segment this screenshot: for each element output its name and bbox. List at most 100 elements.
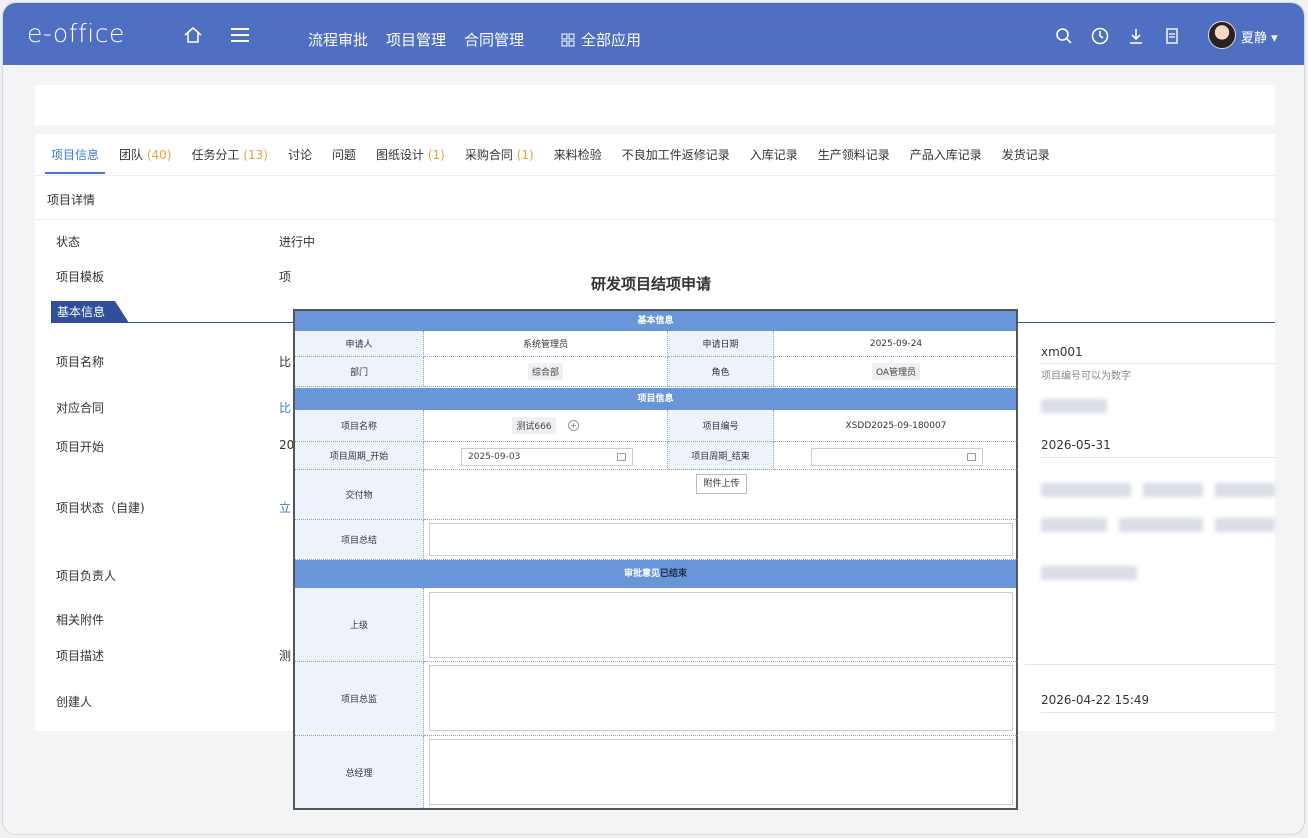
closure-form: 基本信息 申请人 系统管理员 申请日期 2025-09-24 部门 综合部 角色… bbox=[293, 309, 1018, 810]
summary-label: 项目总结 bbox=[295, 520, 424, 560]
department-label: 部门 bbox=[295, 357, 424, 387]
description-value[interactable]: 测 bbox=[279, 647, 291, 664]
blurred-value bbox=[1143, 483, 1203, 497]
app-logo[interactable]: e-office bbox=[27, 19, 125, 48]
state-value[interactable]: 立 bbox=[279, 499, 291, 516]
tab-project-info[interactable]: 项目信息 bbox=[44, 134, 106, 176]
all-apps-label: 全部应用 bbox=[581, 31, 642, 49]
add-circle-icon[interactable] bbox=[567, 420, 579, 431]
pname-label: 项目名称 bbox=[295, 410, 424, 442]
project-tabs: 项目信息 团队 (40) 任务分工 (13) 讨论 问题 图纸设计 (1) 采购… bbox=[35, 134, 1275, 176]
divider bbox=[35, 219, 1275, 220]
pstart-label: 项目周期_开始 bbox=[295, 442, 424, 470]
tab-count: (40) bbox=[146, 147, 172, 162]
tab-tasks[interactable]: 任务分工 (13) bbox=[192, 134, 268, 176]
start-value[interactable]: 20 bbox=[279, 438, 294, 452]
tab-label: 入库记录 bbox=[749, 147, 798, 162]
supervisor-opinion[interactable] bbox=[429, 592, 1013, 658]
tab-team[interactable]: 团队 (40) bbox=[119, 134, 171, 176]
divider bbox=[1025, 664, 1275, 665]
toolbar-icons bbox=[1055, 27, 1181, 45]
form-section-approval: 审批意见已结束 bbox=[295, 560, 1016, 588]
tab-material[interactable]: 生产领料记录 bbox=[818, 134, 890, 176]
tab-repair[interactable]: 不良加工件返修记录 bbox=[622, 134, 730, 176]
tab-label: 产品入库记录 bbox=[909, 147, 982, 162]
tab-count: (1) bbox=[427, 147, 445, 162]
state-label: 项目状态（自建) bbox=[56, 501, 145, 515]
tab-label: 图纸设计 bbox=[376, 147, 425, 162]
tab-purchase[interactable]: 采购合同 (1) bbox=[465, 134, 534, 176]
search-icon[interactable] bbox=[1055, 27, 1073, 45]
director-label: 项目总监 bbox=[295, 662, 424, 736]
nav-contract[interactable]: 合同管理 bbox=[464, 29, 524, 50]
summary-textarea[interactable] bbox=[429, 523, 1013, 556]
project-code-value[interactable]: xm001 bbox=[1041, 345, 1083, 359]
form-title: 研发项目结项申请 bbox=[591, 275, 712, 293]
divider bbox=[1041, 457, 1275, 458]
pstart-date-input[interactable]: 2025-09-03 bbox=[461, 448, 633, 466]
top-nav: 流程审批 项目管理 合同管理 bbox=[308, 29, 524, 50]
tab-count: (1) bbox=[516, 147, 534, 162]
pend-label: 项目周期_结束 bbox=[668, 442, 774, 470]
tab-stock-in[interactable]: 入库记录 bbox=[750, 134, 798, 176]
supervisor-label: 上级 bbox=[295, 588, 424, 662]
tab-issues[interactable]: 问题 bbox=[332, 134, 356, 176]
gm-opinion[interactable] bbox=[429, 739, 1013, 805]
hamburger-menu-icon[interactable] bbox=[231, 28, 249, 42]
apply-date-label: 申请日期 bbox=[668, 331, 774, 357]
end-date-value[interactable]: 2026-05-31 bbox=[1041, 438, 1111, 452]
user-name[interactable]: 夏静 ▾ bbox=[1241, 27, 1278, 46]
blurred-value bbox=[1041, 566, 1137, 580]
home-icon[interactable] bbox=[183, 25, 203, 45]
user-avatar[interactable] bbox=[1208, 21, 1236, 49]
project-name-label: 项目名称 bbox=[56, 355, 105, 369]
approval-status: 已结束 bbox=[660, 569, 688, 579]
tab-label: 问题 bbox=[332, 147, 357, 162]
creator-label: 创建人 bbox=[56, 695, 93, 709]
pcode-label: 项目编号 bbox=[668, 410, 774, 442]
tab-label: 来料检验 bbox=[553, 147, 602, 162]
pcode-value: XSDD2025-09-180007 bbox=[774, 410, 1018, 442]
clock-icon[interactable] bbox=[1091, 27, 1109, 45]
calendar-icon[interactable] bbox=[617, 453, 626, 461]
director-opinion[interactable] bbox=[429, 665, 1013, 731]
gm-label: 总经理 bbox=[295, 736, 424, 808]
blurred-value bbox=[1041, 518, 1107, 532]
tab-inspection[interactable]: 来料检验 bbox=[554, 134, 602, 176]
blurred-value bbox=[1215, 518, 1275, 532]
form-section-project: 项目信息 bbox=[295, 388, 1016, 410]
top-bar: e-office 流程审批 项目管理 合同管理 全部应用 夏静 ▾ bbox=[3, 3, 1304, 65]
tab-label: 发货记录 bbox=[1001, 147, 1050, 162]
pend-date-input[interactable] bbox=[811, 448, 983, 466]
divider bbox=[1041, 712, 1275, 713]
pname-value[interactable]: 测试666 bbox=[512, 417, 556, 434]
tab-label: 团队 bbox=[119, 147, 144, 162]
department-value: 综合部 bbox=[527, 363, 563, 380]
basic-info-badge: 基本信息 bbox=[51, 301, 129, 323]
blurred-value bbox=[1215, 483, 1275, 497]
applicant-value: 系统管理员 bbox=[424, 331, 668, 357]
nav-project[interactable]: 项目管理 bbox=[386, 29, 446, 50]
blurred-value bbox=[1119, 518, 1203, 532]
upload-button[interactable]: 附件上传 bbox=[696, 474, 747, 494]
all-apps-button[interactable]: 全部应用 bbox=[561, 29, 641, 50]
tab-shipping[interactable]: 发货记录 bbox=[1002, 134, 1050, 176]
department-cell: 综合部 bbox=[424, 357, 668, 387]
tab-label: 任务分工 bbox=[191, 147, 240, 162]
download-icon[interactable] bbox=[1127, 27, 1145, 45]
contract-value[interactable]: 比 bbox=[279, 399, 291, 416]
nav-workflow[interactable]: 流程审批 bbox=[308, 29, 368, 50]
tab-drawings[interactable]: 图纸设计 (1) bbox=[376, 134, 445, 176]
blurred-value bbox=[1041, 399, 1107, 413]
project-name-value[interactable]: 比 bbox=[279, 353, 291, 370]
calendar-icon[interactable] bbox=[967, 453, 976, 461]
template-value: 项 bbox=[279, 270, 292, 284]
tab-product-in[interactable]: 产品入库记录 bbox=[910, 134, 982, 176]
status-value: 进行中 bbox=[279, 235, 316, 249]
status-label: 状态 bbox=[56, 235, 81, 249]
tab-discussion[interactable]: 讨论 bbox=[288, 134, 312, 176]
document-icon[interactable] bbox=[1163, 27, 1181, 45]
description-label: 项目描述 bbox=[56, 649, 105, 663]
owner-label: 项目负责人 bbox=[56, 569, 117, 583]
created-at-value: 2026-04-22 15:49 bbox=[1041, 693, 1150, 707]
